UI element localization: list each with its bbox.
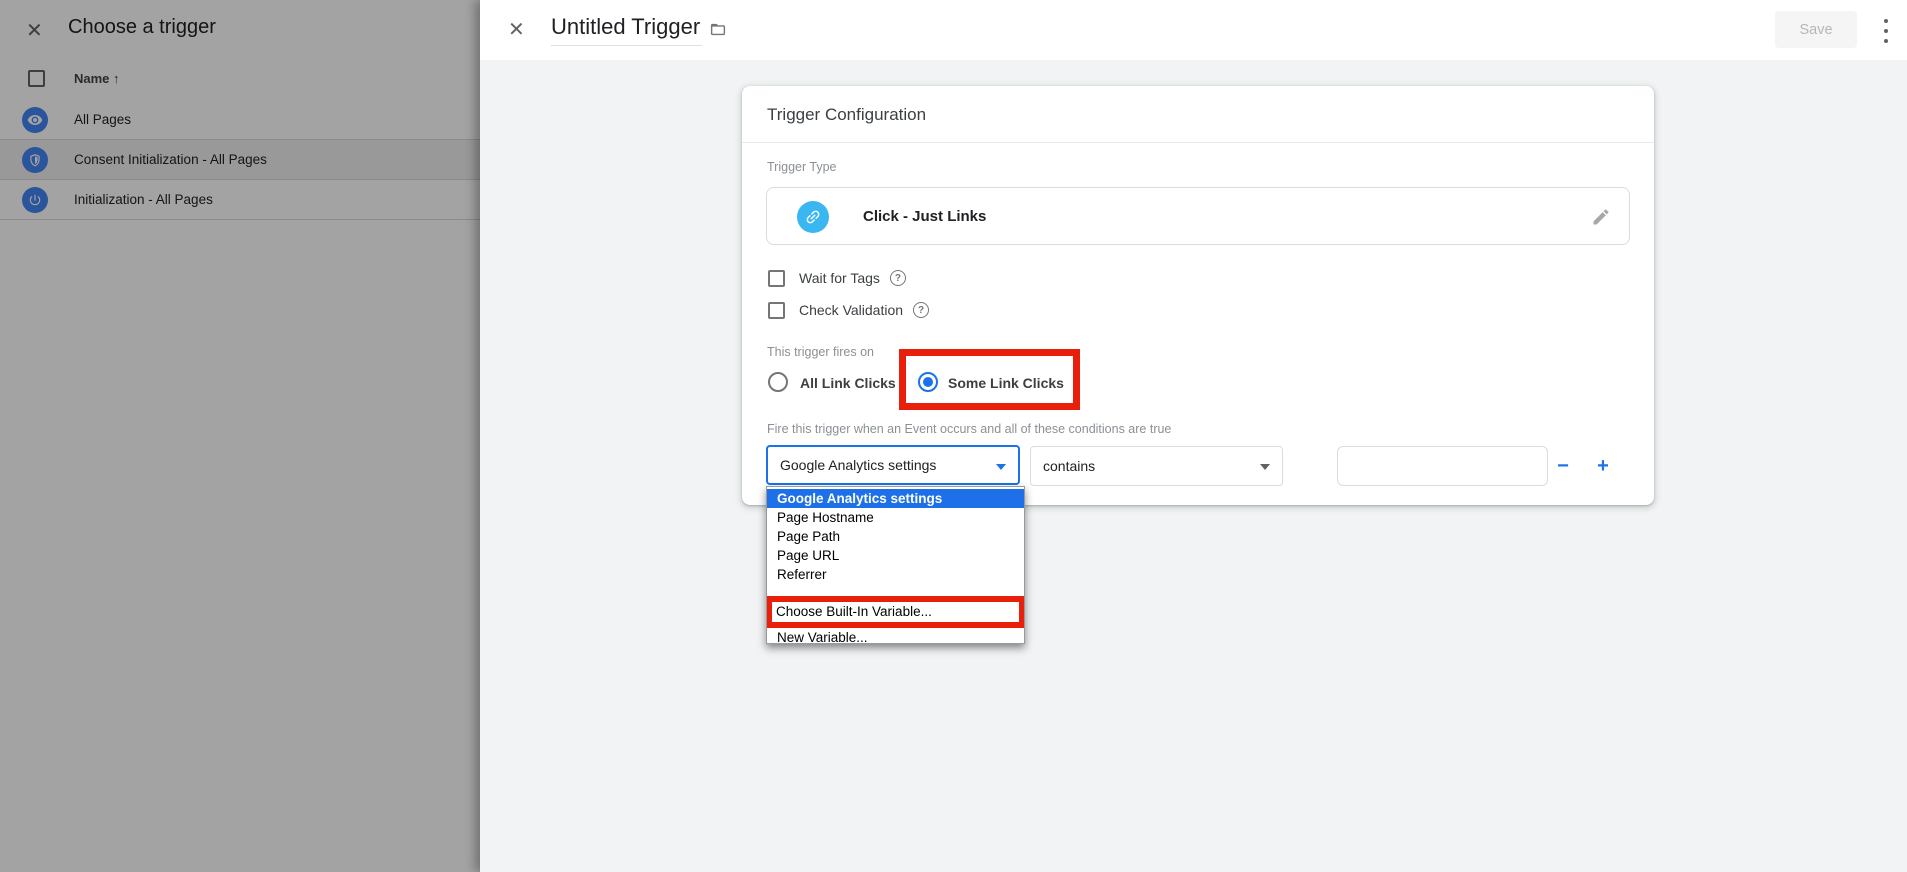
menu-item[interactable]: Referrer bbox=[767, 565, 1024, 584]
choose-built-in-variable-item[interactable]: Choose Built-In Variable... bbox=[772, 602, 1019, 622]
checkbox-label: Wait for Tags bbox=[799, 270, 880, 286]
new-variable-item[interactable]: New Variable... bbox=[767, 628, 1024, 644]
wait-for-tags-row[interactable]: Wait for Tags ? bbox=[768, 268, 906, 288]
add-condition-button[interactable]: + bbox=[1584, 446, 1622, 486]
link-icon bbox=[797, 201, 829, 233]
condition-value-input[interactable] bbox=[1337, 446, 1548, 486]
wait-for-tags-checkbox[interactable] bbox=[768, 270, 785, 287]
chevron-down-icon bbox=[1260, 464, 1270, 470]
trigger-type-value: Click - Just Links bbox=[863, 208, 986, 225]
trigger-editor-panel: ✕ Untitled Trigger Save Trigger Configur… bbox=[480, 0, 1907, 872]
save-button[interactable]: Save bbox=[1775, 11, 1857, 48]
card-header: Trigger Configuration bbox=[742, 86, 1654, 143]
menu-separator bbox=[767, 584, 1024, 596]
trigger-configuration-card: Trigger Configuration Trigger Type Click… bbox=[742, 86, 1654, 505]
trigger-type-label: Trigger Type bbox=[767, 160, 836, 174]
variable-select-value: Google Analytics settings bbox=[780, 457, 936, 473]
variable-dropdown-menu: Google Analytics settings Page Hostname … bbox=[766, 486, 1025, 644]
operator-select-value: contains bbox=[1043, 458, 1095, 474]
radio-label[interactable]: All Link Clicks bbox=[800, 375, 896, 391]
some-link-clicks-radio[interactable] bbox=[918, 372, 938, 392]
conditions-label: Fire this trigger when an Event occurs a… bbox=[767, 422, 1171, 436]
all-link-clicks-radio[interactable] bbox=[768, 372, 788, 392]
check-validation-checkbox[interactable] bbox=[768, 302, 785, 319]
menu-item[interactable]: Google Analytics settings bbox=[767, 489, 1024, 508]
close-icon[interactable]: ✕ bbox=[508, 17, 525, 42]
check-validation-row[interactable]: Check Validation ? bbox=[768, 300, 929, 320]
remove-condition-button[interactable]: − bbox=[1544, 446, 1582, 486]
more-options-icon[interactable] bbox=[1878, 18, 1894, 44]
radio-label[interactable]: Some Link Clicks bbox=[948, 375, 1064, 391]
red-annotation-box: Choose Built-In Variable... bbox=[766, 596, 1025, 628]
help-icon[interactable]: ? bbox=[913, 302, 929, 318]
operator-select[interactable]: contains bbox=[1030, 446, 1283, 486]
edit-pencil-icon[interactable] bbox=[1591, 207, 1611, 232]
dim-overlay bbox=[0, 0, 480, 872]
fires-on-label: This trigger fires on bbox=[767, 345, 874, 359]
card-title: Trigger Configuration bbox=[767, 105, 926, 125]
editor-top-bar: ✕ Untitled Trigger Save bbox=[480, 0, 1907, 60]
menu-item[interactable]: Page Path bbox=[767, 527, 1024, 546]
menu-item[interactable]: Page Hostname bbox=[767, 508, 1024, 527]
menu-item[interactable]: Page URL bbox=[767, 546, 1024, 565]
choose-trigger-panel: ✕ Choose a trigger Name ↑ All Pages Cons… bbox=[0, 0, 480, 872]
trigger-type-box[interactable]: Click - Just Links bbox=[766, 187, 1630, 245]
trigger-name-input[interactable]: Untitled Trigger bbox=[551, 14, 702, 46]
help-icon[interactable]: ? bbox=[890, 270, 906, 286]
folder-icon[interactable] bbox=[708, 21, 728, 43]
chevron-down-icon bbox=[996, 464, 1006, 470]
variable-select[interactable]: Google Analytics settings bbox=[766, 445, 1020, 485]
checkbox-label: Check Validation bbox=[799, 302, 903, 318]
